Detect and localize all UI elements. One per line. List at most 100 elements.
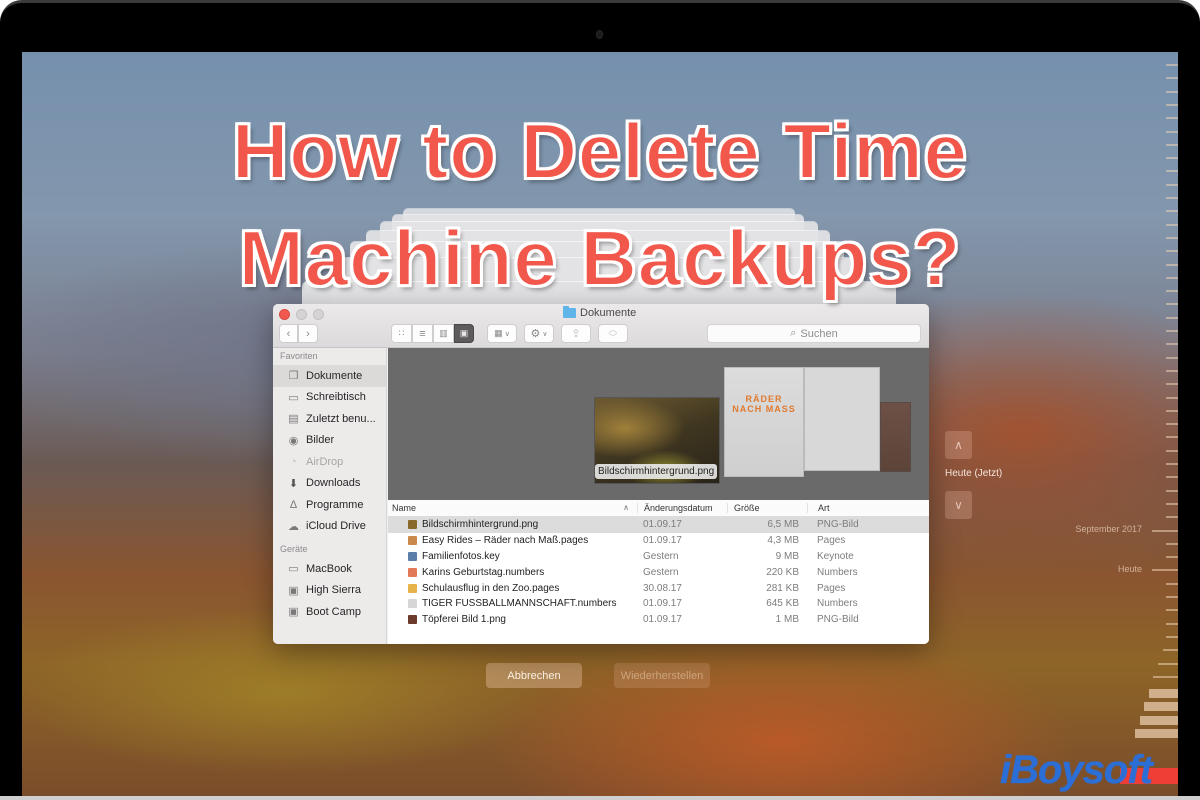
timeline-tick[interactable] — [1166, 489, 1178, 492]
timeline-tick[interactable] — [1166, 316, 1178, 319]
timeline-tick[interactable] — [1166, 396, 1178, 399]
file-row[interactable]: Easy Rides – Räder nach Maß.pages 01.09.1… — [388, 533, 929, 549]
sidebar-header-devices: Geräte — [280, 544, 308, 554]
list-view-button[interactable]: ≡ — [412, 324, 433, 343]
file-name-text: Easy Rides – Räder nach Maß.pages — [422, 535, 589, 547]
timeline-tick[interactable] — [1166, 436, 1178, 439]
timeline-tick[interactable] — [1166, 210, 1178, 213]
timeline-tick[interactable] — [1166, 556, 1178, 559]
sidebar-item-airdrop[interactable]: ◔ AirDrop — [273, 451, 386, 473]
forward-button[interactable]: › — [298, 324, 318, 343]
timeline-tick[interactable] — [1166, 77, 1178, 80]
iboysoft-logo: iBoysoft — [1000, 748, 1153, 792]
sidebar-item-zuletzt[interactable]: ▤ Zuletzt benu... — [273, 408, 386, 430]
timeline-tick[interactable] — [1166, 596, 1178, 598]
column-view-button[interactable]: ▥ — [433, 324, 454, 343]
sidebar-item-macbook[interactable]: ▭ MacBook — [273, 558, 386, 580]
column-header-kind[interactable]: Art — [807, 503, 929, 513]
timeline-tick[interactable] — [1152, 529, 1178, 532]
restore-button[interactable]: Wiederherstellen — [614, 663, 710, 688]
timeline-tick[interactable] — [1134, 729, 1178, 738]
sidebar-item-label: Bilder — [306, 434, 335, 447]
timeline-tick[interactable] — [1166, 516, 1178, 519]
timeline-tick[interactable] — [1166, 476, 1178, 479]
timeline-tick[interactable] — [1162, 649, 1178, 652]
column-header-date[interactable]: Änderungsdatum — [637, 503, 727, 513]
timeline-tick[interactable] — [1166, 409, 1178, 412]
previous-backup-button[interactable]: ∧ — [945, 431, 972, 459]
file-row[interactable]: TIGER FUSSBALLMANNSCHAFT.numbers 01.09.17… — [388, 596, 929, 612]
sidebar-item-schreibtisch[interactable]: ▭ Schreibtisch — [273, 387, 386, 409]
file-row[interactable]: Bildschirmhintergrund.png 01.09.17 6,5 MB P… — [388, 517, 929, 533]
back-button[interactable]: ‹ — [279, 324, 298, 343]
timeline-tick[interactable] — [1166, 609, 1178, 612]
sidebar-item-high-sierra[interactable]: ▣ High Sierra — [273, 580, 386, 602]
file-row[interactable]: Schulausflug in den Zoo.pages 30.08.17 281… — [388, 580, 929, 596]
file-row[interactable]: Karins Geburtstag.numbers Gestern 220 KB Nu… — [388, 564, 929, 580]
timeline-tick[interactable] — [1166, 64, 1178, 66]
file-kind: PNG-Bild — [817, 519, 859, 531]
timeline-tick[interactable] — [1166, 635, 1178, 638]
recents-icon: ▤ — [288, 413, 299, 426]
file-name-text: Familienfotos.key — [422, 550, 500, 562]
file-row[interactable]: Töpferei Bild 1.png 01.09.17 1 MB PNG-Bild — [388, 612, 929, 628]
timeline-tick[interactable] — [1166, 423, 1178, 426]
sidebar-item-icloud[interactable]: ☁ iCloud Drive — [273, 516, 386, 538]
file-size: 281 KB — [766, 582, 799, 594]
cover-flow-thumbnail[interactable] — [804, 367, 880, 471]
timeline-tick[interactable] — [1166, 582, 1178, 585]
action-button[interactable]: ⚙ ∨ — [524, 324, 554, 343]
file-kind: Pages — [817, 535, 846, 547]
minimize-button[interactable] — [296, 309, 307, 320]
search-icon: ⌕ — [790, 327, 797, 339]
zoom-button[interactable] — [313, 309, 324, 320]
file-kind: Numbers — [817, 598, 858, 610]
timeline-tick[interactable] — [1166, 197, 1178, 199]
cover-flow-thumbnail[interactable]: RÄDER NACH MASS — [724, 367, 804, 477]
sidebar-item-dokumente[interactable]: ❐ Dokumente — [273, 365, 386, 387]
sidebar-item-programme[interactable]: ∆ Programme — [273, 494, 386, 516]
timeline-tick[interactable] — [1158, 662, 1178, 665]
timeline-tick[interactable] — [1152, 569, 1178, 572]
timeline-tick[interactable] — [1153, 675, 1178, 678]
cover-flow-icon: ▣ — [459, 328, 469, 338]
file-size: 220 KB — [766, 566, 799, 578]
next-backup-button[interactable]: ∨ — [945, 491, 972, 519]
share-button[interactable]: ⇪ — [561, 324, 591, 343]
chevron-up-icon: ∧ — [954, 438, 963, 452]
timeline-tick[interactable] — [1144, 702, 1178, 712]
cover-flow-view-button[interactable]: ▣ — [454, 324, 474, 343]
sidebar-item-downloads[interactable]: ⬇ Downloads — [273, 473, 386, 495]
column-header-name[interactable]: Name ∧ — [388, 503, 637, 513]
laptop-icon: ▭ — [288, 563, 299, 576]
timeline-tick[interactable] — [1166, 542, 1178, 545]
timeline-tick[interactable] — [1166, 449, 1178, 452]
timeline-tick[interactable] — [1166, 330, 1178, 332]
timeline-tick[interactable] — [1166, 90, 1178, 93]
search-field[interactable]: ⌕ Suchen — [707, 324, 921, 343]
file-icon — [408, 520, 417, 530]
timeline-tick[interactable] — [1139, 715, 1178, 725]
timeline-tick[interactable] — [1166, 502, 1178, 505]
file-size: 4,3 MB — [767, 535, 799, 547]
arrange-button[interactable]: ▦ ∨ — [487, 324, 517, 343]
cancel-button[interactable]: Abbrechen — [486, 663, 582, 688]
timeline-tick[interactable] — [1166, 369, 1178, 372]
timeline-tick[interactable] — [1166, 383, 1178, 386]
timeline-tick[interactable] — [1148, 689, 1178, 699]
column-header-size[interactable]: Größe — [727, 503, 807, 513]
sidebar-item-boot-camp[interactable]: ▣ Boot Camp — [273, 601, 386, 623]
file-row[interactable]: Familienfotos.key Gestern 9 MB Keynote — [388, 549, 929, 565]
timeline-tick[interactable] — [1166, 343, 1178, 346]
timeline-tick[interactable] — [1166, 356, 1178, 359]
tags-button[interactable]: ⬭ — [598, 324, 628, 343]
icon-view-button[interactable]: ∷ — [391, 324, 412, 343]
cover-flow-thumbnail[interactable] — [880, 402, 911, 472]
timeline-tick[interactable] — [1166, 622, 1178, 625]
file-size: 645 KB — [766, 598, 799, 610]
icon-view-icon: ∷ — [398, 328, 405, 338]
sidebar-item-bilder[interactable]: ◉ Bilder — [273, 430, 386, 452]
timeline-tick[interactable] — [1166, 463, 1178, 465]
close-button[interactable] — [279, 309, 290, 320]
sidebar-item-label: Programme — [306, 498, 364, 511]
